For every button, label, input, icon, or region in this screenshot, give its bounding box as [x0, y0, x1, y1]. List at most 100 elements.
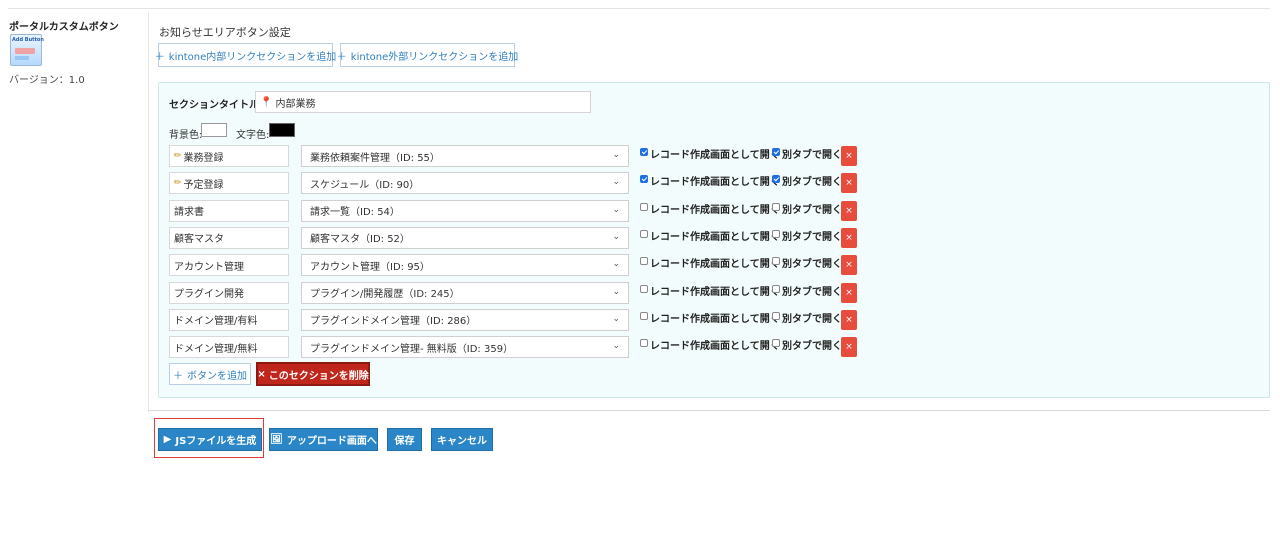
- plugin-icon: Add Button: [10, 34, 44, 66]
- button-name-input[interactable]: ドメイン管理/有料: [169, 308, 289, 331]
- open-new-tab-checkbox[interactable]: [772, 339, 780, 348]
- button-name-input[interactable]: ✏ 業務登録: [169, 145, 289, 167]
- button-row: ドメイン管理/無料 プラグインドメイン管理- 無料版（ID: 359） ⌄ レコ…: [169, 336, 1219, 359]
- pencil-icon: ✏: [174, 151, 182, 161]
- chevron-down-icon: ⌄: [612, 313, 620, 324]
- bg-color-picker[interactable]: [201, 123, 227, 137]
- button-row: 顧客マスタ 顧客マスタ（ID: 52） ⌄ レコード作成画面として開く 別タブで…: [169, 226, 1219, 249]
- open-new-tab-label: 別タブで開く: [782, 286, 842, 298]
- button-row: ✏ 業務登録 業務依頼案件管理（ID: 55） ⌄ レコード作成画面として開く …: [169, 145, 1219, 167]
- open-new-tab-checkbox[interactable]: [772, 229, 780, 238]
- button-row: ✏ 予定登録 スケジュール（ID: 90） ⌄ レコード作成画面として開く 別タ…: [169, 172, 1219, 195]
- add-external-section-button[interactable]: ＋ kintone外部リンクセクションを追加: [336, 43, 518, 67]
- open-new-tab-checkbox[interactable]: [772, 175, 780, 184]
- close-icon: ×: [845, 178, 853, 189]
- open-as-record-label: レコード作成画面として開く: [650, 259, 780, 271]
- button-name-input[interactable]: 請求書: [169, 199, 289, 222]
- open-new-tab-checkbox[interactable]: [772, 284, 780, 293]
- plugin-version: バージョン：1.0: [9, 75, 85, 86]
- open-new-tab-checkbox[interactable]: [772, 257, 780, 266]
- section-title-label: セクションタイトル:: [169, 100, 263, 111]
- top-divider: [8, 8, 1270, 9]
- delete-row-button[interactable]: ×: [841, 146, 857, 166]
- play-icon: ▶: [163, 434, 172, 445]
- app-select[interactable]: 業務依頼案件管理（ID: 55） ⌄: [301, 145, 629, 167]
- open-as-record-label: レコード作成画面として開く: [650, 150, 780, 161]
- close-icon: ×: [845, 287, 853, 298]
- app-select[interactable]: プラグイン/開発履歴（ID: 245） ⌄: [301, 281, 629, 304]
- open-new-tab-label: 別タブで開く: [782, 177, 842, 189]
- chevron-down-icon: ⌄: [612, 286, 620, 297]
- open-new-tab-checkbox[interactable]: [772, 202, 780, 211]
- button-row: 請求書 請求一覧（ID: 54） ⌄ レコード作成画面として開く 別タブで開く …: [169, 199, 1219, 222]
- delete-row-button[interactable]: ×: [841, 227, 857, 248]
- app-select[interactable]: 顧客マスタ（ID: 52） ⌄: [301, 226, 629, 249]
- plus-icon: ＋: [154, 51, 165, 63]
- delete-row-button[interactable]: ×: [841, 337, 857, 358]
- button-name-input[interactable]: プラグイン開発: [169, 281, 289, 304]
- delete-row-button[interactable]: ×: [841, 173, 857, 194]
- delete-row-button[interactable]: ×: [841, 309, 857, 330]
- open-as-record-checkbox[interactable]: [640, 202, 648, 211]
- open-new-tab-checkbox[interactable]: [772, 311, 780, 320]
- page-title: お知らせエリアボタン設定: [159, 26, 291, 39]
- button-row: プラグイン開発 プラグイン/開発履歴（ID: 245） ⌄ レコード作成画面とし…: [169, 281, 1219, 304]
- app-select[interactable]: プラグインドメイン管理（ID: 286） ⌄: [301, 308, 629, 331]
- chevron-down-icon: ⌄: [612, 177, 620, 188]
- app-select[interactable]: スケジュール（ID: 90） ⌄: [301, 172, 629, 195]
- open-as-record-checkbox[interactable]: [640, 311, 648, 320]
- pin-icon: 📍: [260, 96, 273, 108]
- app-select[interactable]: 請求一覧（ID: 54） ⌄: [301, 199, 629, 222]
- app-select[interactable]: アカウント管理（ID: 95） ⌄: [301, 254, 629, 277]
- button-name-input[interactable]: ドメイン管理/無料: [169, 336, 289, 359]
- open-new-tab-label: 別タブで開く: [782, 231, 842, 243]
- close-icon: ×: [845, 232, 853, 243]
- button-name-input[interactable]: ✏ 予定登録: [169, 172, 289, 195]
- app-select[interactable]: プラグインドメイン管理- 無料版（ID: 359） ⌄: [301, 336, 629, 359]
- delete-section-button[interactable]: × このセクションを削除: [256, 362, 370, 386]
- open-as-record-checkbox[interactable]: [640, 175, 648, 184]
- open-new-tab-checkbox[interactable]: [772, 148, 780, 156]
- open-as-record-checkbox[interactable]: [640, 257, 648, 266]
- text-color-picker[interactable]: [269, 123, 295, 137]
- open-as-record-label: レコード作成画面として開く: [650, 177, 780, 189]
- plus-icon: ＋: [173, 370, 183, 382]
- open-as-record-checkbox[interactable]: [640, 284, 648, 293]
- close-icon: ×: [845, 314, 853, 325]
- button-row: ドメイン管理/有料 プラグインドメイン管理（ID: 286） ⌄ レコード作成画…: [169, 308, 1219, 331]
- chevron-down-icon: ⌄: [612, 231, 620, 242]
- delete-row-button[interactable]: ×: [841, 255, 857, 276]
- sidebar: ポータルカスタムボタン Add Button バージョン：1.0: [8, 12, 149, 412]
- delete-row-button[interactable]: ×: [841, 282, 857, 303]
- open-new-tab-label: 別タブで開く: [782, 204, 842, 216]
- add-internal-section-button[interactable]: ＋ kintone内部リンクセクションを追加: [154, 43, 336, 67]
- upload-screen-button[interactable]: 🖼 アップロード画面へ: [269, 428, 378, 451]
- save-button[interactable]: 保存: [387, 428, 422, 451]
- chevron-down-icon: ⌄: [612, 204, 620, 215]
- chevron-down-icon: ⌄: [612, 341, 620, 352]
- plugin-icon-text: Add Button: [12, 37, 44, 43]
- close-icon: ×: [845, 260, 853, 271]
- open-new-tab-label: 別タブで開く: [782, 341, 842, 353]
- open-new-tab-label: 別タブで開く: [782, 313, 842, 325]
- delete-row-button[interactable]: ×: [841, 200, 857, 221]
- cancel-button[interactable]: キャンセル: [431, 428, 493, 451]
- plugin-name: ポータルカスタムボタン: [9, 22, 119, 33]
- open-as-record-label: レコード作成画面として開く: [650, 286, 780, 298]
- open-as-record-label: レコード作成画面として開く: [650, 341, 780, 353]
- plus-icon: ＋: [336, 51, 347, 63]
- open-as-record-checkbox[interactable]: [640, 229, 648, 238]
- open-as-record-checkbox[interactable]: [640, 148, 648, 156]
- button-name-input[interactable]: アカウント管理: [169, 254, 289, 277]
- add-button-button[interactable]: ＋ ボタンを追加: [169, 363, 251, 385]
- generate-js-button[interactable]: ▶ JSファイルを生成: [158, 428, 262, 451]
- close-icon: ×: [257, 368, 266, 380]
- chevron-down-icon: ⌄: [612, 150, 620, 160]
- section-title-input[interactable]: 📍 内部業務: [255, 91, 591, 113]
- open-as-record-label: レコード作成画面として開く: [650, 204, 780, 216]
- pencil-icon: ✏: [174, 178, 182, 189]
- open-as-record-label: レコード作成画面として開く: [650, 231, 780, 243]
- open-as-record-checkbox[interactable]: [640, 339, 648, 348]
- button-name-input[interactable]: 顧客マスタ: [169, 226, 289, 249]
- bg-color-label: 背景色:: [169, 130, 203, 141]
